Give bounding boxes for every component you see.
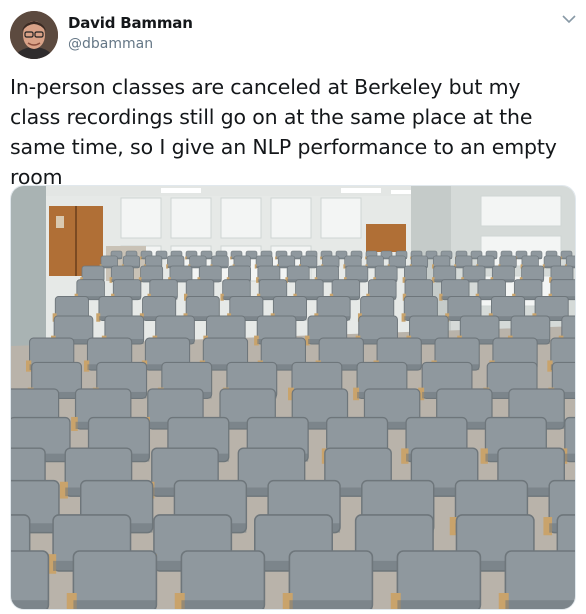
seat-shadow <box>505 600 575 609</box>
seat-shadow <box>181 600 265 609</box>
tweet-photo[interactable] <box>10 185 576 610</box>
chevron-down-icon[interactable] <box>562 14 576 24</box>
lecture-hall-photo-icon <box>11 186 576 609</box>
seat-shadow <box>11 600 49 609</box>
seat-shadow <box>564 453 575 462</box>
seat-armrest <box>575 257 576 260</box>
profile-photo-icon <box>10 11 58 59</box>
author-handle[interactable]: @dbamman <box>68 36 153 52</box>
tweet-header: David Bamman @dbamman <box>0 0 586 70</box>
author-name[interactable]: David Bamman <box>68 14 193 32</box>
avatar[interactable] <box>10 11 58 59</box>
tweet-text: In-person classes are canceled at Berkel… <box>10 75 557 189</box>
seat-shadow <box>73 600 157 609</box>
seat-shadow <box>397 600 481 609</box>
seat-shadow <box>289 600 373 609</box>
